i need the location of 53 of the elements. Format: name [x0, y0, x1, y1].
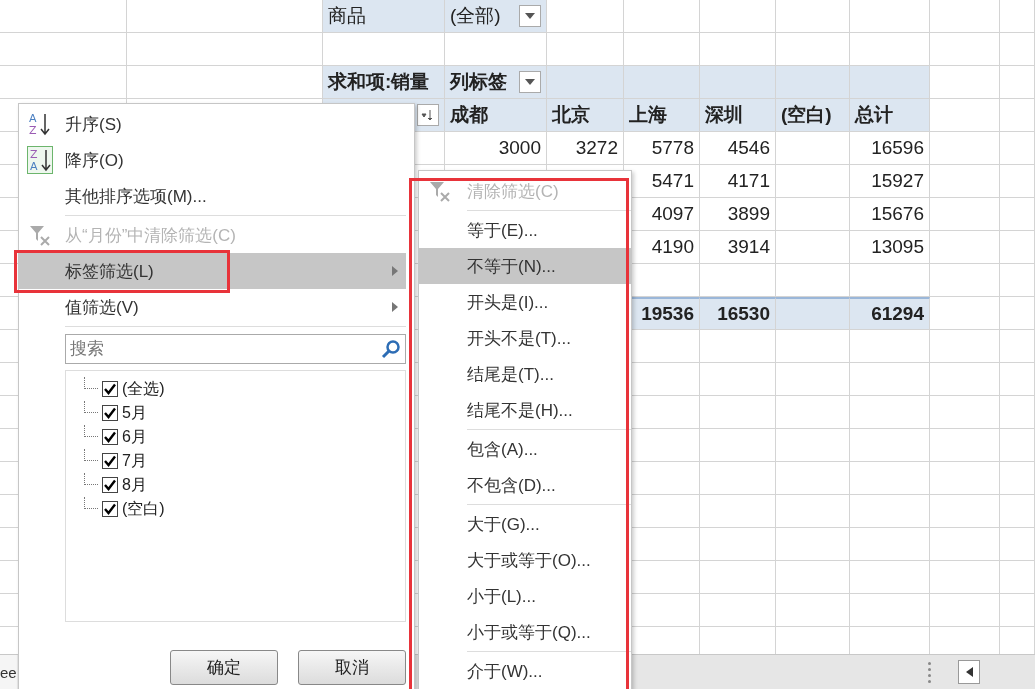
checkbox-item[interactable]: (全选) — [84, 377, 405, 401]
dialog-button[interactable]: 确定 — [170, 650, 278, 685]
checkbox-item[interactable]: 8月 — [84, 473, 405, 497]
table-cell-text: 4546 — [726, 136, 771, 160]
menu-item[interactable]: 不等于(N)... — [419, 248, 631, 284]
table-cell-text: 3914 — [726, 235, 771, 259]
total-cell: 61294 — [850, 297, 930, 330]
menu-item[interactable]: 小于或等于(Q)... — [419, 614, 631, 650]
sheet-tab[interactable]: ee — [0, 655, 17, 689]
menu-item[interactable]: 等于(E)... — [419, 212, 631, 248]
checkbox-item[interactable]: (空白) — [84, 497, 405, 521]
column-header: 成都 — [445, 99, 547, 132]
table-cell: 求和项:销量 — [323, 66, 445, 99]
menu-item[interactable]: 介于(W)... — [419, 653, 631, 689]
checkbox-item[interactable]: 5月 — [84, 401, 405, 425]
dialog-button[interactable]: 取消 — [298, 650, 406, 685]
column-header: 深圳 — [700, 99, 776, 132]
menu-item[interactable]: 值筛选(V) — [19, 289, 406, 325]
column-header: (空白) — [776, 99, 850, 132]
table-cell-text: 13095 — [870, 235, 925, 259]
table-cell-text: 15927 — [870, 169, 925, 193]
menu-item[interactable]: 包含(A)... — [419, 431, 631, 467]
table-cell-text: 16596 — [870, 136, 925, 160]
table-cell-text: (全部) — [450, 4, 501, 28]
table-cell-text: 列标签 — [450, 70, 507, 94]
menu-item[interactable]: Z A 降序(O) — [19, 142, 406, 178]
menu-item[interactable]: 大于(G)... — [419, 506, 631, 542]
checkbox-item[interactable]: 7月 — [84, 449, 405, 473]
column-header: 北京 — [547, 99, 624, 132]
table-cell-text: 15676 — [870, 202, 925, 226]
menu-item[interactable]: 标签筛选(L) — [19, 253, 406, 289]
table-cell-text: 4190 — [650, 235, 695, 259]
checkbox-item[interactable]: 6月 — [84, 425, 405, 449]
menu-item[interactable]: 大于或等于(O)... — [419, 542, 631, 578]
table-cell-text: 3272 — [574, 136, 619, 160]
table-cell-text: 5471 — [650, 169, 695, 193]
search-field[interactable]: 搜索 — [65, 334, 406, 364]
table-cell-text: 5778 — [650, 136, 695, 160]
column-header: 上海 — [624, 99, 700, 132]
menu-item[interactable]: 小于(L)... — [419, 578, 631, 614]
total-cell: 16530 — [700, 297, 776, 330]
column-header: 总计 — [850, 99, 930, 132]
menu-item[interactable]: A Z 升序(S) — [19, 106, 406, 142]
menu-item[interactable]: 其他排序选项(M)... — [19, 178, 406, 214]
table-cell-text: 4097 — [650, 202, 695, 226]
table-cell-text: 4171 — [726, 169, 771, 193]
sort-descending-icon: Z A — [27, 146, 53, 174]
table-cell-text: 3899 — [726, 202, 771, 226]
menu-item[interactable]: 结尾不是(H)... — [419, 392, 631, 428]
menu-item[interactable]: 结尾是(T)... — [419, 356, 631, 392]
table-cell: 商品 — [323, 0, 445, 33]
table-cell-text: 3000 — [497, 136, 542, 160]
menu-item[interactable]: 不包含(D)... — [419, 467, 631, 503]
